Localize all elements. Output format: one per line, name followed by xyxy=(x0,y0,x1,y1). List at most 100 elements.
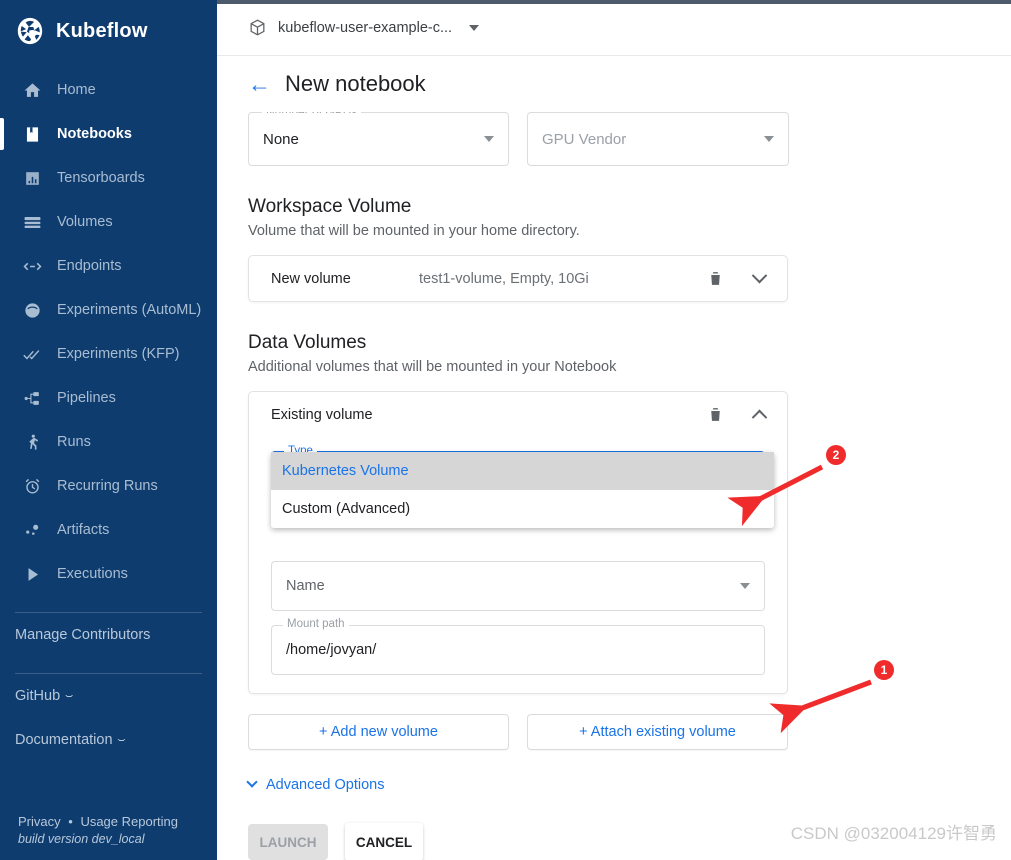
app-root: Kubeflow Home Notebooks Tensorboards Vol… xyxy=(0,0,1011,860)
beaker-icon xyxy=(22,300,42,320)
cube-icon xyxy=(248,18,267,37)
sidebar-item-label: Executions xyxy=(57,566,128,582)
sidebar-item-artifacts[interactable]: Artifacts xyxy=(0,508,217,552)
volume-name-select[interactable]: Name xyxy=(271,561,765,611)
watermark: CSDN @032004129许智勇 xyxy=(790,824,997,843)
namespace-bar: kubeflow-user-example-c... xyxy=(217,0,1011,56)
chevron-down-icon xyxy=(484,136,494,142)
sidebar-item-github[interactable]: GitHub ⏡ xyxy=(0,674,217,718)
arrow-left-icon[interactable]: ← xyxy=(248,72,271,96)
sidebar-item-label: Endpoints xyxy=(57,258,122,274)
mount-path-value: /home/jovyan/ xyxy=(286,642,377,658)
usage-reporting-link[interactable]: Usage Reporting xyxy=(80,814,178,829)
brand-name: Kubeflow xyxy=(56,19,148,42)
sidebar-item-executions[interactable]: Executions xyxy=(0,552,217,596)
workspace-volume-row-title: New volume xyxy=(271,270,351,287)
annotation-badge-2: 2 xyxy=(826,445,846,465)
gpu-vendor-select[interactable]: GPU Vendor xyxy=(527,112,789,166)
attach-existing-volume-button[interactable]: + Attach existing volume xyxy=(527,714,788,750)
double-check-icon xyxy=(22,344,42,364)
cancel-button[interactable]: CANCEL xyxy=(345,823,423,860)
sidebar-item-notebooks[interactable]: Notebooks xyxy=(0,112,217,156)
launch-button[interactable]: LAUNCH xyxy=(248,824,328,860)
collapse-existing-volume-button[interactable] xyxy=(747,403,771,427)
advanced-options-label: Advanced Options xyxy=(266,777,385,793)
notebook-icon xyxy=(22,124,42,144)
external-link-icon: ⏡ xyxy=(65,686,74,698)
sidebar-item-documentation[interactable]: Documentation ⏡ xyxy=(0,718,217,762)
chevron-down-icon[interactable] xyxy=(469,24,480,31)
build-version: build version dev_local xyxy=(18,832,145,846)
sidebar-item-label: Artifacts xyxy=(57,522,110,538)
num-gpus-select[interactable]: Number of GPUs None xyxy=(248,112,509,166)
volume-type-dropdown[interactable]: Kubernetes Volume Custom (Advanced) xyxy=(271,452,774,528)
sidebar-item-label: Volumes xyxy=(57,214,113,230)
chevron-down-icon xyxy=(246,776,258,788)
sidebar-item-pipelines[interactable]: Pipelines xyxy=(0,376,217,420)
sidebar-item-volumes[interactable]: Volumes xyxy=(0,200,217,244)
chart-bar-icon xyxy=(22,168,42,188)
privacy-link[interactable]: Privacy xyxy=(18,814,61,829)
play-triangle-icon xyxy=(22,564,42,584)
sidebar-item-label: Home xyxy=(57,82,96,98)
sidebar-item-runs[interactable]: Runs xyxy=(0,420,217,464)
existing-volume-row-title: Existing volume xyxy=(271,406,373,423)
dropdown-option-custom-advanced[interactable]: Custom (Advanced) xyxy=(271,490,774,528)
add-new-volume-button[interactable]: + Add new volume xyxy=(248,714,509,750)
data-volumes-title: Data Volumes xyxy=(248,332,367,353)
sidebar-item-label: Runs xyxy=(57,434,91,450)
top-strip xyxy=(217,0,1011,4)
advanced-options-toggle[interactable]: Advanced Options xyxy=(246,776,1011,793)
data-volumes-subtitle: Additional volumes that will be mounted … xyxy=(248,359,617,375)
namespace-name[interactable]: kubeflow-user-example-c... xyxy=(278,20,452,36)
sidebar-item-label: Experiments (KFP) xyxy=(57,346,180,362)
sidebar-item-manage-contributors[interactable]: Manage Contributors xyxy=(0,613,217,657)
sidebar-nav: Home Notebooks Tensorboards Volumes Endp… xyxy=(0,68,217,596)
workspace-volume-subtitle: Volume that will be mounted in your home… xyxy=(248,223,580,239)
gpu-row: Number of GPUs None GPU Vendor xyxy=(248,112,1011,166)
num-gpus-label: Number of GPUs xyxy=(262,112,362,113)
runner-icon xyxy=(22,432,42,452)
sidebar-item-label: Pipelines xyxy=(57,390,116,406)
volume-buttons-row: + Add new volume + Attach existing volum… xyxy=(248,714,1011,750)
artifact-dots-icon xyxy=(22,520,42,540)
sidebar-item-endpoints[interactable]: Endpoints xyxy=(0,244,217,288)
mount-path-label: Mount path xyxy=(283,618,349,630)
sidebar-item-label: Experiments (AutoML) xyxy=(57,302,202,318)
chevron-down-icon xyxy=(751,267,767,284)
trash-icon[interactable] xyxy=(703,267,727,291)
alarm-clock-icon xyxy=(22,476,42,496)
main-area: kubeflow-user-example-c... ← New noteboo… xyxy=(217,0,1011,860)
arrows-horizontal-icon xyxy=(22,256,42,276)
chevron-down-icon xyxy=(740,583,750,589)
sidebar: Kubeflow Home Notebooks Tensorboards Vol… xyxy=(0,0,217,860)
sidebar-item-label: Recurring Runs xyxy=(57,478,158,494)
sidebar-item-experiments-kfp[interactable]: Experiments (KFP) xyxy=(0,332,217,376)
storage-icon xyxy=(22,212,42,232)
mount-path-field[interactable]: Mount path /home/jovyan/ xyxy=(271,618,765,675)
volume-name-placeholder: Name xyxy=(286,578,325,594)
existing-volume-card: Existing volume Type Name Mount path /ho… xyxy=(248,391,788,694)
chevron-up-icon xyxy=(751,409,767,426)
github-label: GitHub xyxy=(15,688,61,704)
sidebar-item-tensorboards[interactable]: Tensorboards xyxy=(0,156,217,200)
documentation-label: Documentation xyxy=(15,732,113,748)
dropdown-option-kubernetes-volume[interactable]: Kubernetes Volume xyxy=(271,452,774,490)
trash-icon[interactable] xyxy=(703,403,727,427)
sidebar-item-home[interactable]: Home xyxy=(0,68,217,112)
kubeflow-logo-icon xyxy=(15,16,45,46)
sidebar-item-label: Tensorboards xyxy=(57,170,145,186)
workspace-volume-row[interactable]: New volume test1-volume, Empty, 10Gi xyxy=(249,256,787,301)
brand[interactable]: Kubeflow xyxy=(0,0,217,62)
existing-volume-row[interactable]: Existing volume xyxy=(249,392,787,437)
page-header: ← New notebook xyxy=(217,56,1011,112)
gpu-vendor-placeholder: GPU Vendor xyxy=(542,130,627,148)
annotation-badge-1: 1 xyxy=(874,660,894,680)
workspace-volume-title: Workspace Volume xyxy=(248,196,412,217)
expand-workspace-volume-button[interactable] xyxy=(747,267,771,291)
footer-separator: • xyxy=(68,814,73,829)
pipeline-icon xyxy=(22,388,42,408)
sidebar-footer: Privacy • Usage Reporting build version … xyxy=(0,814,217,846)
sidebar-item-recurring-runs[interactable]: Recurring Runs xyxy=(0,464,217,508)
sidebar-item-experiments-automl[interactable]: Experiments (AutoML) xyxy=(0,288,217,332)
